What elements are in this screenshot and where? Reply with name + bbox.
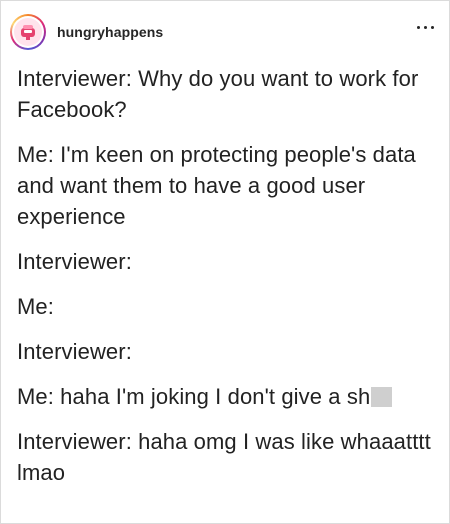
dialogue-text: Interviewer: — [17, 339, 132, 364]
username[interactable]: hungryhappens — [57, 24, 163, 40]
dialogue-line: Me: I'm keen on protecting people's data… — [17, 139, 437, 232]
dialogue-text: Me: haha I'm joking I don't give a sh — [17, 384, 371, 409]
censor-block — [371, 387, 393, 407]
hungryhappens-logo-icon — [14, 18, 42, 46]
dialogue-line: Interviewer: haha omg I was like whaaatt… — [17, 426, 437, 488]
instagram-post: hungryhappens Interviewer: Why do you wa… — [0, 0, 450, 524]
dialogue-text: Interviewer: haha omg I was like whaaatt… — [17, 429, 431, 485]
post-text: Interviewer: Why do you want to work for… — [17, 63, 437, 502]
dialogue-line: Me: haha I'm joking I don't give a sh — [17, 381, 437, 412]
dialogue-text: Me: I'm keen on protecting people's data… — [17, 142, 416, 229]
dialogue-text: Interviewer: Why do you want to work for… — [17, 66, 419, 122]
dialogue-line: Me: — [17, 291, 437, 322]
dialogue-line: Interviewer: Why do you want to work for… — [17, 63, 437, 125]
dialogue-line: Interviewer: — [17, 246, 437, 277]
avatar[interactable] — [10, 14, 46, 50]
dialogue-line: Interviewer: — [17, 336, 437, 367]
post-header: hungryhappens — [1, 1, 449, 59]
more-horizontal-icon[interactable] — [417, 25, 435, 31]
avatar-border — [12, 16, 44, 48]
dialogue-text: Me: — [17, 294, 54, 319]
dialogue-text: Interviewer: — [17, 249, 132, 274]
